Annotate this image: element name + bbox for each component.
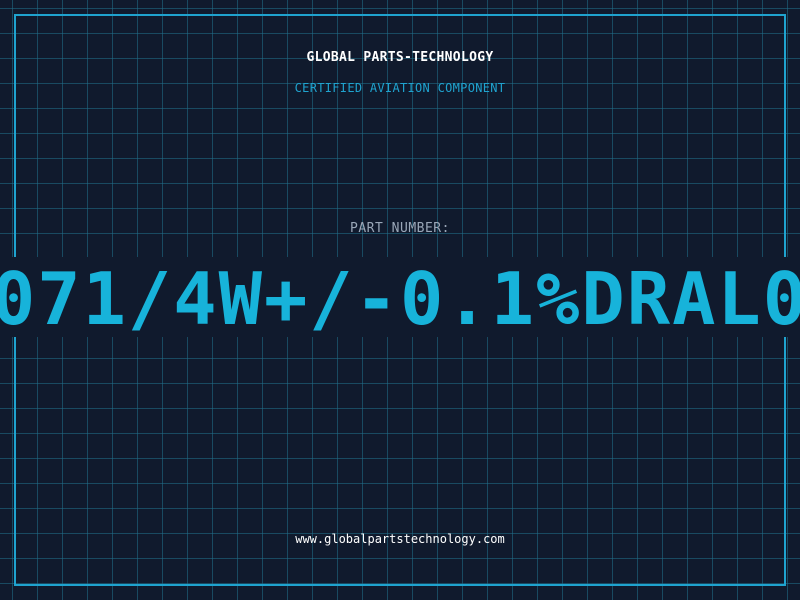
website-url: www.globalpartstechnology.com <box>295 532 505 546</box>
part-number-value: 071/4W+/-0.1%DRAL0 <box>0 257 800 337</box>
part-number-label: PART NUMBER: <box>350 221 450 236</box>
certification-subtitle: CERTIFIED AVIATION COMPONENT <box>294 81 506 95</box>
company-name: GLOBAL PARTS-TECHNOLOGY <box>306 50 494 65</box>
part-number-band: 071/4W+/-0.1%DRAL0 <box>0 257 800 337</box>
